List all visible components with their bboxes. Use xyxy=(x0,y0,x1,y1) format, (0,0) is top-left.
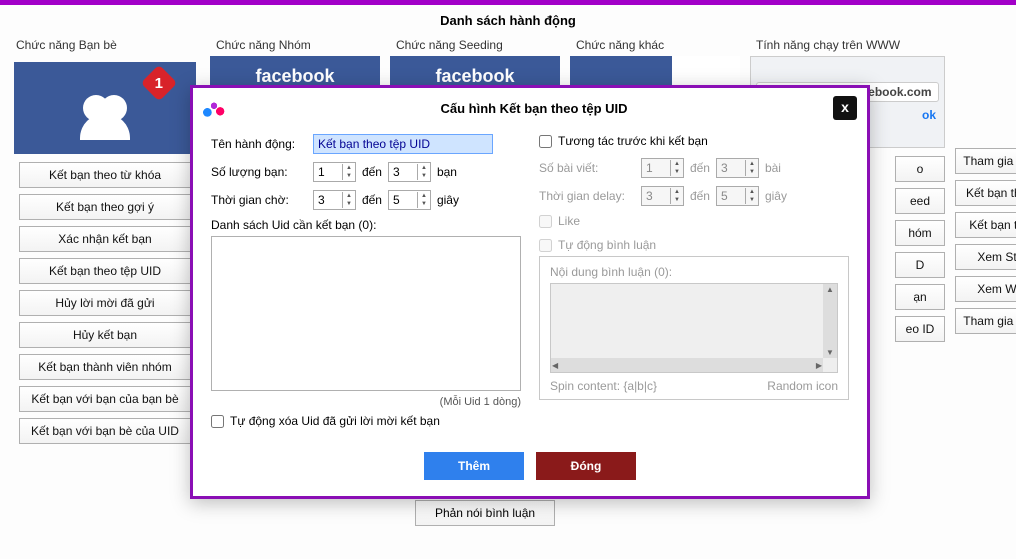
modal-title: Cấu hình Kết bạn theo tệp UID xyxy=(235,101,833,116)
chk-like: Like xyxy=(539,214,849,228)
action-name-input[interactable] xyxy=(313,134,493,154)
wait-from-stepper[interactable]: ▲▼ xyxy=(313,190,356,210)
random-icon-link: Random icon xyxy=(767,379,838,393)
scroll-left-icon: ◀ xyxy=(551,360,559,371)
scroll-up-icon: ▲ xyxy=(825,284,835,295)
close-button[interactable]: Đóng xyxy=(536,452,636,480)
chk-autodel[interactable]: Tự động xóa Uid đã gửi lời mời kết bạn xyxy=(211,414,521,428)
posts-from-stepper: ▲▼ xyxy=(641,158,684,178)
uid-list-textarea[interactable] xyxy=(211,236,521,391)
wait-to-stepper[interactable]: ▲▼ xyxy=(388,190,431,210)
add-button[interactable]: Thêm xyxy=(424,452,524,480)
close-icon[interactable]: x xyxy=(833,96,857,120)
spin-hint: Spin content: {a|b|c} xyxy=(550,379,657,393)
label-uid-list: Danh sách Uid cần kết bạn (0): xyxy=(211,218,521,232)
label-posts: Số bài viết: xyxy=(539,161,635,175)
uid-hint: (Mỗi Uid 1 dòng) xyxy=(211,396,521,408)
app-logo-icon xyxy=(203,97,225,119)
scroll-right-icon: ▶ xyxy=(815,360,823,371)
label-qty: Số lượng bạn: xyxy=(211,165,307,179)
label-wait: Thời gian chờ: xyxy=(211,193,307,207)
qty-to-stepper[interactable]: ▲▼ xyxy=(388,162,431,182)
delay-to-stepper: ▲▼ xyxy=(716,186,759,206)
label-action-name: Tên hành động: xyxy=(211,137,307,151)
label-comment-content: Nội dung bình luận (0): xyxy=(550,265,838,279)
config-modal: Cấu hình Kết bạn theo tệp UID x Tên hành… xyxy=(190,85,870,499)
comment-textarea: ▲ ▼ ◀ ▶ xyxy=(550,283,838,373)
scroll-down-icon: ▼ xyxy=(825,347,835,358)
label-delay: Thời gian delay: xyxy=(539,189,635,203)
qty-from-stepper[interactable]: ▲▼ xyxy=(313,162,356,182)
posts-to-stepper: ▲▼ xyxy=(716,158,759,178)
chk-interact-first[interactable]: Tương tác trước khi kết bạn xyxy=(539,134,849,148)
chk-auto-comment: Tự động bình luận xyxy=(539,238,849,252)
delay-from-stepper: ▲▼ xyxy=(641,186,684,206)
